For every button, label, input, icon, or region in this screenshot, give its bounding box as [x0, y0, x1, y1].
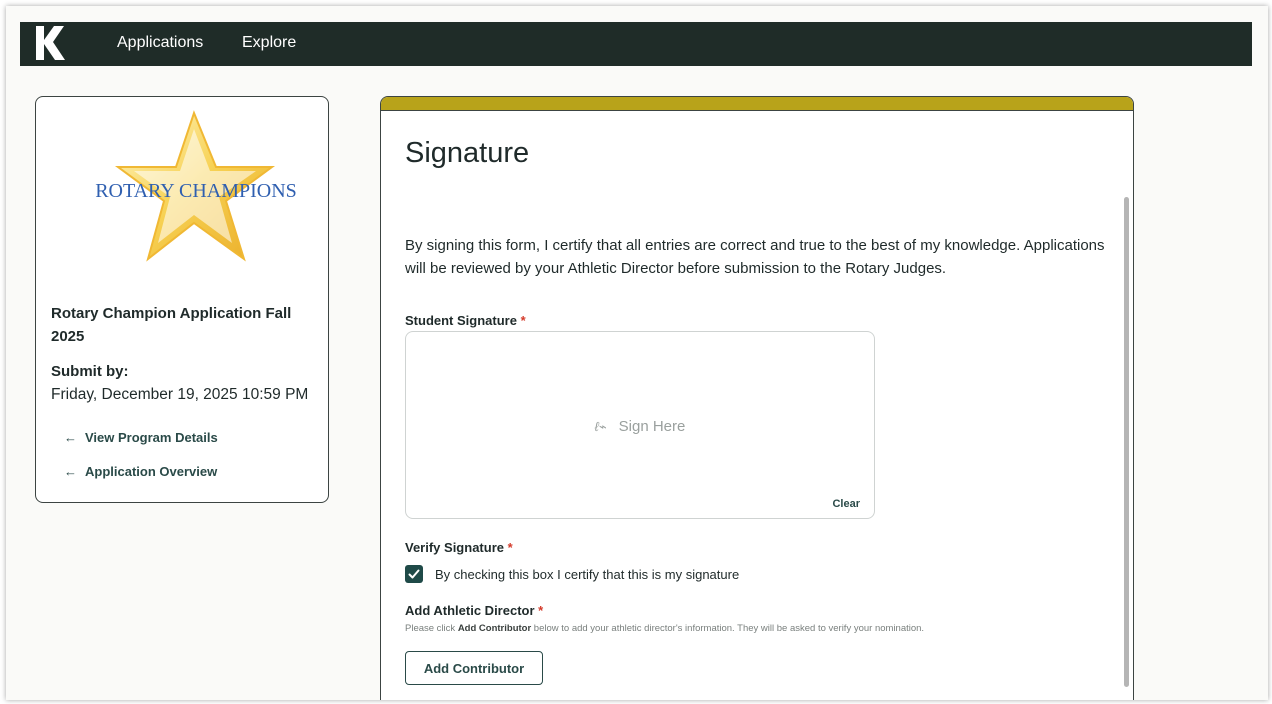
certification-text: By signing this form, I certify that all…: [405, 237, 1105, 277]
application-overview-label: Application Overview: [85, 464, 218, 479]
help-bold: Add Contributor: [457, 623, 532, 634]
application-overview-link[interactable]: ← Application Overview: [64, 464, 217, 479]
help-prefix: Please click: [405, 623, 456, 634]
program-sidebar-card: ROTARY CHAMPIONS Rotary Champion Applica…: [35, 96, 329, 503]
sign-here-placeholder: ℓ⌁ Sign Here: [406, 418, 874, 435]
student-signature-label: Student Signature *: [405, 313, 526, 328]
required-marker: *: [507, 540, 513, 555]
athletic-director-label: Add Athletic Director *: [405, 603, 543, 618]
verify-signature-label-text: Verify Signature: [405, 540, 504, 555]
signature-pad[interactable]: ℓ⌁ Sign Here Clear: [405, 331, 875, 519]
signature-form-card: Signature By signing this form, I certif…: [380, 96, 1134, 700]
verify-signature-checkbox-label[interactable]: By checking this box I certify that this…: [435, 567, 739, 582]
athletic-director-help-text: Please click Add Contributor below to ad…: [405, 623, 924, 634]
logo-wordmark: ROTARY CHAMPIONS: [95, 180, 297, 202]
app-frame: Applications Explore ROTARY CHAMPIONS Ro…: [6, 6, 1268, 700]
athletic-director-label-text: Add Athletic Director: [405, 603, 535, 618]
required-marker: *: [520, 313, 526, 328]
student-signature-label-text: Student Signature: [405, 313, 517, 328]
nav-explore[interactable]: Explore: [242, 34, 296, 52]
checkmark-icon: [408, 569, 420, 579]
page-title: Signature: [405, 137, 530, 169]
scrollbar[interactable]: [1124, 197, 1129, 687]
help-suffix: below to add your athletic director's in…: [533, 623, 925, 634]
required-marker: *: [538, 603, 544, 618]
clear-signature-button[interactable]: Clear: [832, 498, 860, 510]
sign-here-text: Sign Here: [618, 418, 686, 435]
submit-by-label: Submit by:: [51, 363, 129, 380]
nav-applications[interactable]: Applications: [117, 34, 203, 52]
submit-by-date: Friday, December 19, 2025 10:59 PM: [51, 386, 309, 403]
rotary-champions-logo: ROTARY CHAMPIONS: [76, 109, 316, 269]
add-contributor-button[interactable]: Add Contributor: [405, 651, 543, 685]
view-program-details-label: View Program Details: [85, 430, 218, 445]
signature-icon: ℓ⌁: [594, 419, 607, 434]
verify-signature-label: Verify Signature *: [405, 540, 513, 555]
k-logo-icon[interactable]: [32, 22, 68, 62]
arrow-left-icon: ←: [64, 464, 77, 479]
card-accent-bar: [381, 97, 1133, 111]
program-title: Rotary Champion Application Fall 2025: [51, 305, 292, 345]
verify-signature-checkbox[interactable]: [405, 565, 423, 583]
view-program-details-link[interactable]: ← View Program Details: [64, 430, 218, 445]
arrow-left-icon: ←: [64, 430, 77, 445]
top-navbar: Applications Explore: [20, 22, 1252, 66]
